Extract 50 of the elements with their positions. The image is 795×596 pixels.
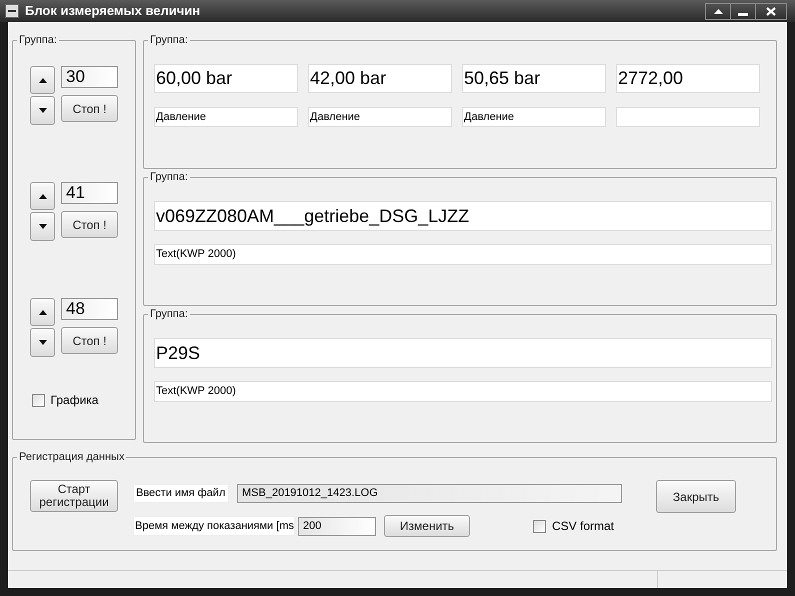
- stop-button[interactable]: Стоп !: [61, 211, 118, 238]
- window-title: Блок измеряемых величин: [25, 2, 202, 20]
- value-display: 42,00 bar: [308, 64, 452, 93]
- group-label: Регистрация данных: [17, 450, 126, 464]
- group-label: Группа:: [148, 33, 190, 47]
- group-label: Группа:: [17, 33, 59, 47]
- checkbox-label: CSV format: [552, 518, 614, 535]
- value-display: v069ZZ080AM___getriebe_DSG_LJZZ: [154, 201, 772, 231]
- increment-button[interactable]: [30, 182, 55, 210]
- caption-display: Text(KWP 2000): [154, 244, 772, 265]
- down-arrow-icon: [38, 340, 46, 345]
- up-arrow-icon: [38, 78, 46, 82]
- value-display: 2772,00: [616, 64, 760, 93]
- change-button[interactable]: Изменить: [384, 515, 470, 537]
- checkbox-label: Графика: [50, 392, 98, 409]
- decrement-button[interactable]: [30, 96, 55, 125]
- caption-display: Давление: [462, 107, 606, 127]
- checkbox[interactable]: [32, 394, 45, 406]
- filename-field[interactable]: MSB_20191012_1423.LOG: [237, 484, 622, 503]
- group-number-field[interactable]: 30: [61, 66, 118, 88]
- stop-button[interactable]: Стоп !: [61, 95, 118, 122]
- checkbox[interactable]: [533, 520, 546, 532]
- minimize-icon: [738, 12, 748, 16]
- caption-display: Давление: [154, 107, 298, 127]
- value-display: 50,65 bar: [462, 64, 606, 93]
- group-label: Группа:: [148, 170, 190, 184]
- increment-button[interactable]: [30, 66, 55, 94]
- increment-button[interactable]: [30, 298, 55, 326]
- decrement-button[interactable]: [30, 328, 55, 357]
- down-arrow-icon: [38, 224, 46, 229]
- interval-field[interactable]: 200: [298, 516, 376, 536]
- value-display: 60,00 bar: [154, 64, 298, 93]
- filename-label: Ввести имя файл: [133, 484, 229, 503]
- up-arrow-icon: [38, 310, 46, 314]
- caption-display: Text(KWP 2000): [154, 381, 772, 402]
- close-icon: [766, 6, 776, 16]
- group-number-field[interactable]: 41: [61, 182, 118, 204]
- decrement-button[interactable]: [30, 212, 55, 241]
- up-arrow-icon: [714, 8, 722, 14]
- caption-display: Давление: [308, 107, 452, 127]
- up-arrow-icon: [38, 194, 46, 198]
- start-logging-button[interactable]: Старт регистрации: [30, 480, 118, 512]
- close-button[interactable]: Закрыть: [656, 480, 736, 513]
- value-display: P29S: [154, 338, 772, 368]
- down-arrow-icon: [38, 108, 46, 113]
- window-menu-icon[interactable]: [5, 4, 19, 18]
- group-number-field[interactable]: 48: [61, 298, 118, 320]
- group-label: Группа:: [148, 307, 190, 321]
- stop-button[interactable]: Стоп !: [61, 327, 118, 354]
- interval-label: Время между показаниями [ms: [133, 516, 295, 536]
